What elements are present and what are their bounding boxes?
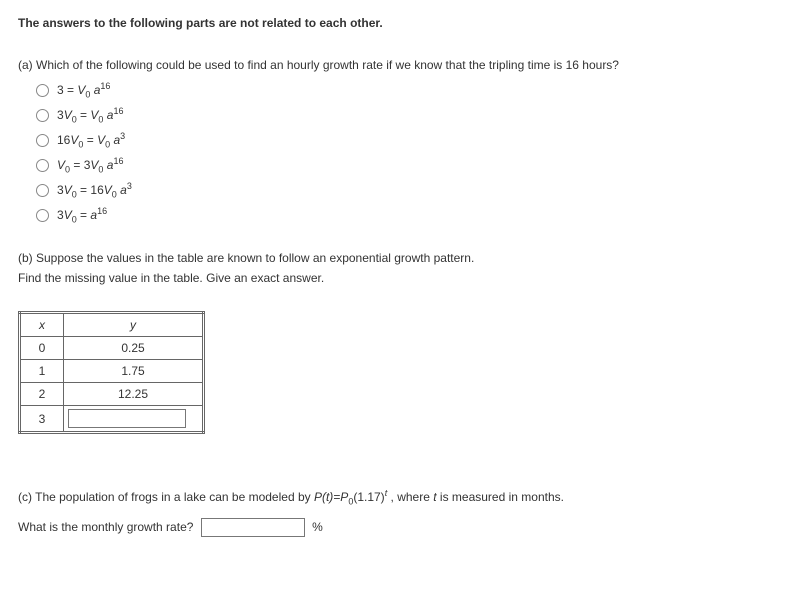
option-1-label: 3 = V0 a16 [57, 81, 110, 99]
cell-x: 2 [20, 383, 64, 406]
part-b-intro: (b) Suppose the values in the table are … [18, 249, 771, 287]
part-b-line1: (b) Suppose the values in the table are … [18, 249, 771, 267]
option-6[interactable]: 3V0 = a16 [36, 205, 771, 225]
option-5[interactable]: 3V0 = 16V0 a3 [36, 180, 771, 200]
option-5-label: 3V0 = 16V0 a3 [57, 181, 132, 199]
radio-icon [36, 184, 49, 197]
part-c-post: , where [391, 490, 434, 504]
part-c-question: What is the monthly growth rate? [18, 520, 193, 534]
option-2-label: 3V0 = V0 a16 [57, 106, 123, 124]
radio-icon [36, 84, 49, 97]
table-header-y: y [64, 313, 204, 337]
table-row: 2 12.25 [20, 383, 204, 406]
part-a-options: 3 = V0 a16 3V0 = V0 a16 16V0 = V0 a3 V0 … [36, 80, 771, 225]
part-c-formula: P(t)=P0(1.17)t [314, 490, 387, 504]
percent-unit: % [312, 520, 323, 534]
missing-value-input[interactable] [68, 409, 186, 428]
cell-x: 3 [20, 406, 64, 433]
table-row: 1 1.75 [20, 360, 204, 383]
part-c-post2: is measured in months. [437, 490, 564, 504]
cell-x: 0 [20, 337, 64, 360]
part-c: (c) The population of frogs in a lake ca… [18, 488, 771, 537]
table-row-answer: 3 [20, 406, 204, 433]
option-3[interactable]: 16V0 = V0 a3 [36, 130, 771, 150]
cell-y: 1.75 [64, 360, 204, 383]
part-c-pre: (c) The population of frogs in a lake ca… [18, 490, 314, 504]
radio-icon [36, 159, 49, 172]
part-b-line2: Find the missing value in the table. Giv… [18, 269, 771, 287]
option-1[interactable]: 3 = V0 a16 [36, 80, 771, 100]
option-6-label: 3V0 = a16 [57, 206, 107, 224]
growth-rate-input[interactable] [201, 518, 305, 537]
option-2[interactable]: 3V0 = V0 a16 [36, 105, 771, 125]
option-3-label: 16V0 = V0 a3 [57, 131, 125, 149]
table-row: 0 0.25 [20, 337, 204, 360]
part-a-prompt: (a) Which of the following could be used… [18, 56, 771, 74]
radio-icon [36, 109, 49, 122]
cell-y: 12.25 [64, 383, 204, 406]
option-4-label: V0 = 3V0 a16 [57, 156, 123, 174]
option-4[interactable]: V0 = 3V0 a16 [36, 155, 771, 175]
cell-x: 1 [20, 360, 64, 383]
cell-y: 0.25 [64, 337, 204, 360]
data-table: x y 0 0.25 1 1.75 2 12.25 3 [18, 311, 205, 434]
table-header-x: x [20, 313, 64, 337]
radio-icon [36, 134, 49, 147]
intro-text: The answers to the following parts are n… [18, 16, 383, 30]
radio-icon [36, 209, 49, 222]
